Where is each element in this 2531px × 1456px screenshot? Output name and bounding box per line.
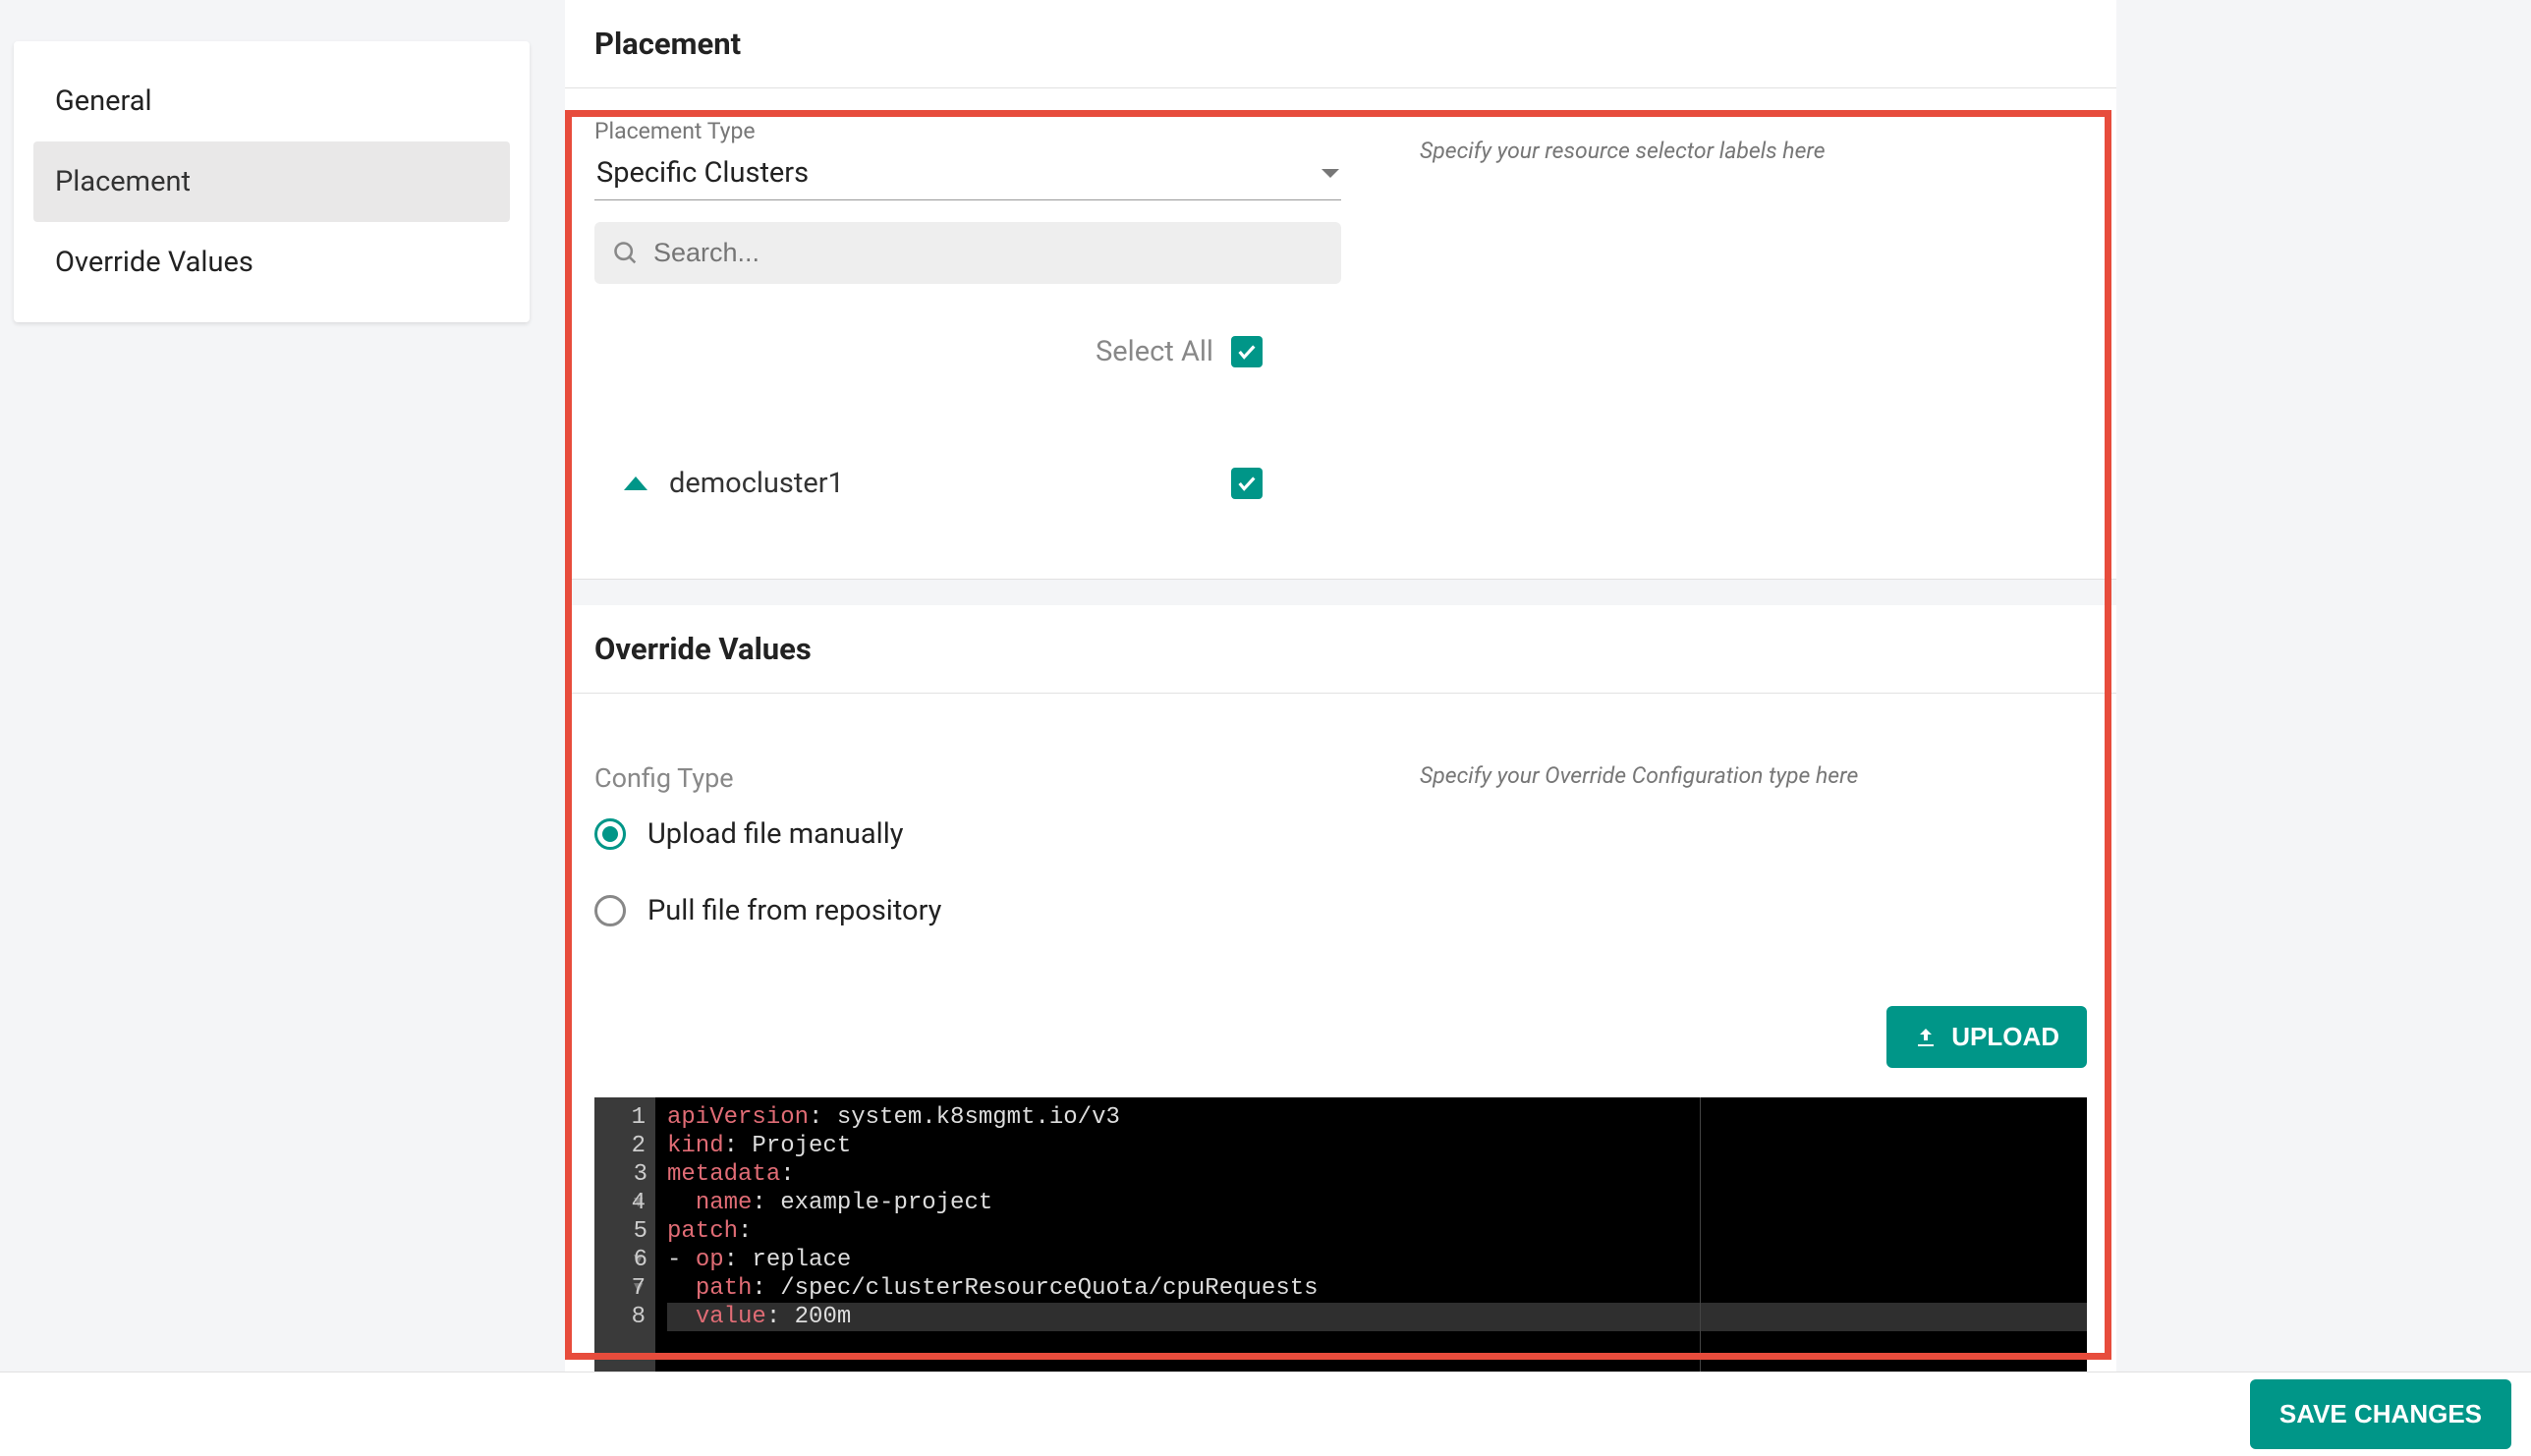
cluster-checkbox[interactable] — [1231, 468, 1263, 499]
upload-button-label: UPLOAD — [1951, 1022, 2059, 1052]
sidebar-item-override-values[interactable]: Override Values — [33, 222, 510, 303]
config-type-radio-group: Upload file manually Pull file from repo… — [594, 817, 1341, 927]
code-editor[interactable]: 123 ▾45 ▾6 ▾78 apiVersion: system.k8smgm… — [594, 1097, 2087, 1408]
upload-icon — [1914, 1026, 1938, 1049]
save-changes-button[interactable]: SAVE CHANGES — [2250, 1379, 2511, 1449]
config-type-hint: Specify your Override Configuration type… — [1420, 762, 2087, 789]
radio-icon — [594, 895, 626, 926]
sidebar: General Placement Override Values — [14, 41, 530, 322]
placement-body: Placement Type Specific Clusters Select … — [565, 88, 2116, 580]
select-all-checkbox[interactable] — [1231, 336, 1263, 367]
editor-split-line — [1700, 1097, 1701, 1408]
footer-bar: SAVE CHANGES — [0, 1372, 2531, 1456]
expand-icon[interactable] — [624, 476, 647, 490]
search-icon — [612, 240, 640, 267]
select-all-row: Select All — [594, 335, 1341, 368]
override-body: Config Type Upload file manually Pull fi… — [565, 694, 2116, 1437]
override-section-title: Override Values — [565, 605, 2116, 694]
placement-section-title: Placement — [565, 0, 2116, 88]
config-type-label: Config Type — [594, 762, 1341, 794]
select-all-label: Select All — [1096, 335, 1213, 368]
config-option-label: Pull file from repository — [647, 894, 941, 927]
cluster-search-input[interactable] — [653, 238, 1323, 268]
placement-type-value: Specific Clusters — [596, 156, 809, 190]
config-option-upload-manual[interactable]: Upload file manually — [594, 817, 1341, 851]
radio-icon — [594, 818, 626, 850]
editor-gutter: 123 ▾45 ▾6 ▾78 — [594, 1097, 655, 1408]
chevron-down-icon — [1322, 169, 1339, 178]
config-option-label: Upload file manually — [647, 817, 904, 851]
sidebar-item-placement[interactable]: Placement — [33, 141, 510, 222]
main-panel: Placement Placement Type Specific Cluste… — [565, 0, 2116, 1437]
cluster-name: democluster1 — [669, 467, 844, 500]
cluster-row: democluster1 — [594, 467, 1341, 500]
sidebar-item-general[interactable]: General — [33, 61, 510, 141]
selector-hint: Specify your resource selector labels he… — [1420, 138, 2087, 164]
config-option-pull-repo[interactable]: Pull file from repository — [594, 894, 1341, 927]
upload-button[interactable]: UPLOAD — [1886, 1006, 2087, 1068]
placement-type-select[interactable]: Specific Clusters — [594, 150, 1341, 200]
editor-code[interactable]: apiVersion: system.k8smgmt.io/v3kind: Pr… — [655, 1097, 2087, 1408]
placement-type-label: Placement Type — [594, 118, 1341, 144]
cluster-search[interactable] — [594, 222, 1341, 284]
